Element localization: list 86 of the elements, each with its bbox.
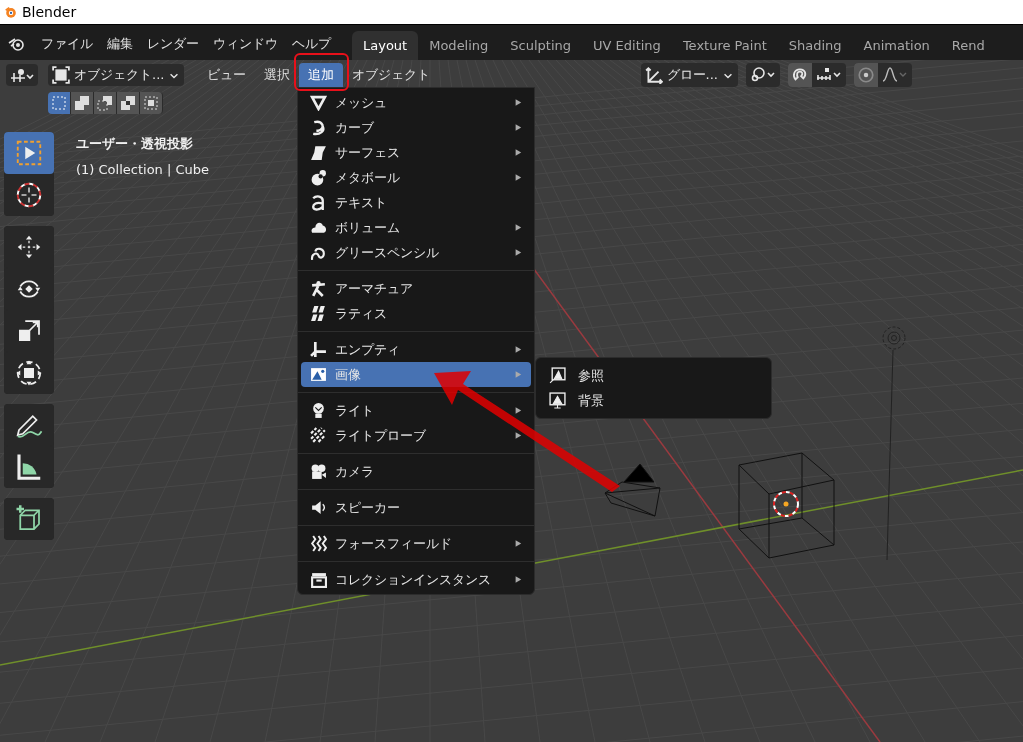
header-menu[interactable]: 選択 — [255, 63, 300, 87]
reference-image-icon — [549, 367, 566, 384]
magnet-icon — [791, 66, 809, 84]
menu-item[interactable]: エンプティ — [301, 337, 531, 362]
menu-item[interactable]: 背景 — [539, 388, 768, 413]
app-logo-icon — [4, 5, 18, 19]
active-object-label: (1) Collection | Cube — [76, 160, 210, 179]
collection-icon — [310, 571, 327, 588]
menu-item[interactable]: グリースペンシル — [301, 240, 531, 265]
curve-icon — [310, 119, 327, 136]
object-mode-icon — [52, 66, 70, 84]
mesh-icon — [310, 94, 327, 111]
scene-caret-icon — [10, 67, 34, 83]
snap-toggle[interactable] — [788, 63, 812, 87]
menu-item[interactable]: 参照 — [539, 363, 768, 388]
menu-item[interactable]: フォースフィールド — [301, 531, 531, 556]
orientation-dropdown[interactable]: グロー... — [640, 63, 738, 87]
menu-item[interactable]: ウィンドウ — [206, 29, 285, 58]
workspace-tab[interactable]: Layout — [352, 31, 419, 60]
mode-dropdown[interactable]: オブジェクト... — [48, 64, 185, 86]
menu-item[interactable]: 画像 — [301, 362, 531, 387]
axes-icon — [644, 66, 663, 84]
window-title: Blender — [22, 2, 77, 22]
force-field-icon — [310, 535, 327, 552]
pivot-dropdown[interactable] — [746, 63, 780, 87]
background-image-icon — [549, 392, 566, 409]
menu-item[interactable]: コレクションインスタンス — [301, 567, 531, 592]
metaball-icon — [310, 169, 327, 186]
workspace-tab[interactable]: Texture Paint — [671, 31, 778, 60]
selection-mode-button[interactable] — [48, 92, 71, 114]
menu-item[interactable]: ファイル — [34, 29, 100, 58]
camera-wireframe-drawing — [604, 463, 661, 517]
menu-item[interactable]: メタボール — [301, 165, 531, 190]
menu-item[interactable]: レンダー — [140, 29, 206, 58]
header-menu[interactable]: 追加 — [299, 63, 344, 87]
text-icon — [310, 194, 327, 211]
camera-icon — [310, 463, 327, 480]
menu-item[interactable]: スピーカー — [301, 495, 531, 520]
selection-mode-button[interactable] — [71, 92, 94, 114]
armature-icon — [310, 280, 327, 297]
menu-item[interactable]: サーフェス — [301, 140, 531, 165]
menu-item[interactable]: 編集 — [100, 29, 140, 58]
menu-item[interactable]: カーブ — [301, 115, 531, 140]
falloff-curve-caret-icon — [882, 66, 908, 84]
transform-icon — [14, 358, 44, 388]
workspace-tab[interactable]: Modeling — [418, 31, 500, 60]
header-menu[interactable]: オブジェクト — [343, 63, 440, 87]
light-probe-icon — [310, 427, 327, 444]
lattice-icon — [310, 305, 327, 322]
view-name: ユーザー・透視投影 — [76, 135, 194, 153]
target-icon — [857, 66, 875, 84]
speaker-icon — [310, 499, 327, 516]
selection-mode-button[interactable] — [94, 92, 117, 114]
pivot-caret-icon — [750, 66, 776, 84]
selection-mode-icon — [74, 95, 90, 111]
selection-mode-icon — [97, 95, 113, 111]
workspace-tab[interactable]: Shading — [777, 31, 853, 60]
select-box-icon — [14, 138, 44, 168]
annotation-highlight-box — [294, 53, 349, 91]
surface-icon — [310, 144, 327, 161]
menu-item[interactable]: テキスト — [301, 190, 531, 215]
proportional-editing-toggle[interactable] — [854, 63, 878, 87]
menu-item[interactable]: メッシュ — [301, 90, 531, 115]
menu-item[interactable]: ラティス — [301, 301, 531, 326]
selection-mode-button[interactable] — [140, 92, 163, 114]
selection-mode-button[interactable] — [117, 92, 140, 114]
tool-button[interactable] — [4, 498, 54, 540]
cursor-icon — [14, 180, 44, 210]
selection-mode-icon — [143, 95, 159, 111]
empty-icon — [310, 341, 327, 358]
selection-mode-icon — [51, 95, 67, 111]
menu-item[interactable]: アーマチュア — [301, 276, 531, 301]
workspace-tab[interactable]: UV Editing — [582, 31, 672, 60]
menu-item[interactable]: ボリューム — [301, 215, 531, 240]
menu-item[interactable]: カメラ — [301, 459, 531, 484]
menu-item[interactable]: ライト — [301, 398, 531, 423]
light-icon — [310, 402, 327, 419]
menu-item[interactable]: ヘルプ — [285, 29, 338, 58]
header-menu[interactable]: ビュー — [198, 63, 256, 87]
image-icon — [310, 366, 327, 383]
workspace-tab[interactable]: Sculpting — [499, 31, 583, 60]
workspace-tab[interactable]: Rend — [940, 31, 996, 60]
menu-item[interactable]: ライトプローブ — [301, 423, 531, 448]
view-type-dropdown[interactable] — [6, 64, 38, 86]
selection-mode-icon — [120, 95, 136, 111]
workspace-tab[interactable]: Animation — [852, 31, 941, 60]
